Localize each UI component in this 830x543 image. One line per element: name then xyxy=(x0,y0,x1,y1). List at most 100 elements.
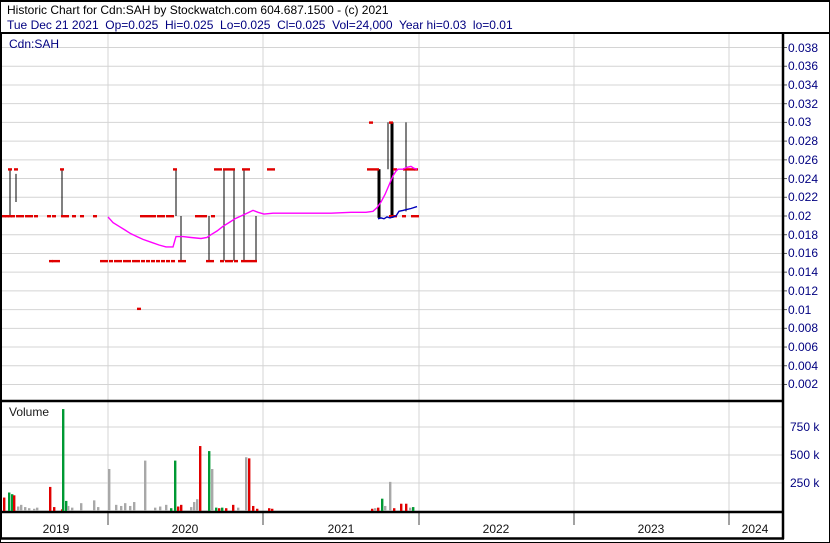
close-mark xyxy=(56,260,60,262)
close-mark xyxy=(195,215,199,217)
volume-bar xyxy=(49,487,51,511)
volume-bar xyxy=(237,508,239,511)
volume-bar xyxy=(165,505,167,511)
close-mark xyxy=(402,215,406,217)
close-mark xyxy=(146,260,150,262)
close-mark xyxy=(156,260,160,262)
volume-bar xyxy=(115,505,117,511)
volume-panel-label: Volume xyxy=(9,405,49,419)
close-mark xyxy=(11,215,15,217)
volume-bar xyxy=(381,499,383,511)
volume-bar xyxy=(97,507,99,511)
volume-bar xyxy=(405,504,407,511)
close-mark xyxy=(367,168,371,170)
close-mark xyxy=(52,260,56,262)
close-mark xyxy=(253,260,257,262)
close-mark xyxy=(127,260,131,262)
volume-bar xyxy=(221,508,223,511)
volume-bar xyxy=(268,508,270,511)
volume-bar xyxy=(211,469,213,511)
close-mark xyxy=(65,215,69,217)
price-tick-label: 0.008 xyxy=(788,321,828,335)
close-mark xyxy=(223,168,227,170)
volume-bar xyxy=(67,506,69,511)
price-tick-label: 0.012 xyxy=(788,284,828,298)
price-tick-label: 0.004 xyxy=(788,359,828,373)
volume-bar xyxy=(80,503,82,511)
close-mark xyxy=(161,260,165,262)
close-mark xyxy=(60,168,64,170)
volume-bar xyxy=(124,503,126,511)
close-mark xyxy=(225,260,229,262)
close-mark xyxy=(242,168,246,170)
close-mark xyxy=(14,168,18,170)
close-mark xyxy=(47,215,51,217)
close-mark xyxy=(210,260,214,262)
close-mark xyxy=(123,260,127,262)
volume-bar xyxy=(256,509,258,511)
close-mark xyxy=(206,260,210,262)
volume-bar xyxy=(248,458,250,511)
close-mark xyxy=(227,168,231,170)
price-tick-label: 0.032 xyxy=(788,97,828,111)
price-tick-label: 0.006 xyxy=(788,340,828,354)
close-mark xyxy=(267,168,271,170)
close-mark xyxy=(166,260,170,262)
quote-status-line: Tue Dec 21 2021 Op=0.025 Hi=0.025 Lo=0.0… xyxy=(7,18,513,32)
close-mark xyxy=(61,215,65,217)
volume-bar xyxy=(180,505,182,511)
close-mark xyxy=(407,168,411,170)
close-mark xyxy=(52,215,56,217)
close-mark xyxy=(114,260,118,262)
price-tick-label: 0.014 xyxy=(788,265,828,279)
price-tick-label: 0.02 xyxy=(788,209,828,223)
volume-bar xyxy=(384,506,386,511)
close-mark xyxy=(170,215,174,217)
close-mark xyxy=(171,260,175,262)
close-mark xyxy=(182,260,186,262)
volume-bar xyxy=(93,500,95,511)
close-mark xyxy=(93,215,97,217)
close-mark xyxy=(415,215,419,217)
close-mark xyxy=(375,168,379,170)
close-mark xyxy=(249,260,253,262)
price-tick-label: 0.002 xyxy=(788,377,828,391)
volume-tick-label: 250 k xyxy=(790,476,830,490)
year-label: 2023 xyxy=(621,522,681,536)
close-mark xyxy=(29,215,33,217)
close-mark xyxy=(220,260,224,262)
price-tick-label: 0.016 xyxy=(788,246,828,260)
volume-bar xyxy=(389,482,391,511)
price-tick-label: 0.01 xyxy=(788,303,828,317)
close-mark xyxy=(118,260,122,262)
close-mark xyxy=(203,215,207,217)
year-label: 2021 xyxy=(311,522,371,536)
volume-bar xyxy=(409,508,411,511)
volume-bar xyxy=(400,504,402,511)
chart-plot-svg xyxy=(1,1,830,543)
volume-bar xyxy=(393,508,395,511)
volume-bar xyxy=(17,507,19,511)
volume-bar xyxy=(215,508,217,511)
close-mark xyxy=(234,260,238,262)
volume-bar xyxy=(170,508,172,511)
close-mark xyxy=(161,215,165,217)
close-mark xyxy=(109,260,113,262)
volume-bar xyxy=(190,507,192,511)
volume-bar xyxy=(62,409,64,511)
close-mark xyxy=(241,260,245,262)
price-tick-label: 0.03 xyxy=(788,115,828,129)
close-mark xyxy=(8,168,12,170)
close-mark xyxy=(371,168,375,170)
close-mark xyxy=(80,215,84,217)
volume-bar xyxy=(53,507,55,511)
price-tick-label: 0.024 xyxy=(788,172,828,186)
volume-bar xyxy=(208,451,210,511)
close-mark xyxy=(137,308,141,310)
close-mark xyxy=(141,260,145,262)
volume-bar xyxy=(28,508,30,511)
close-mark xyxy=(152,215,156,217)
close-mark xyxy=(148,215,152,217)
volume-bar xyxy=(120,506,122,511)
close-mark xyxy=(16,215,20,217)
